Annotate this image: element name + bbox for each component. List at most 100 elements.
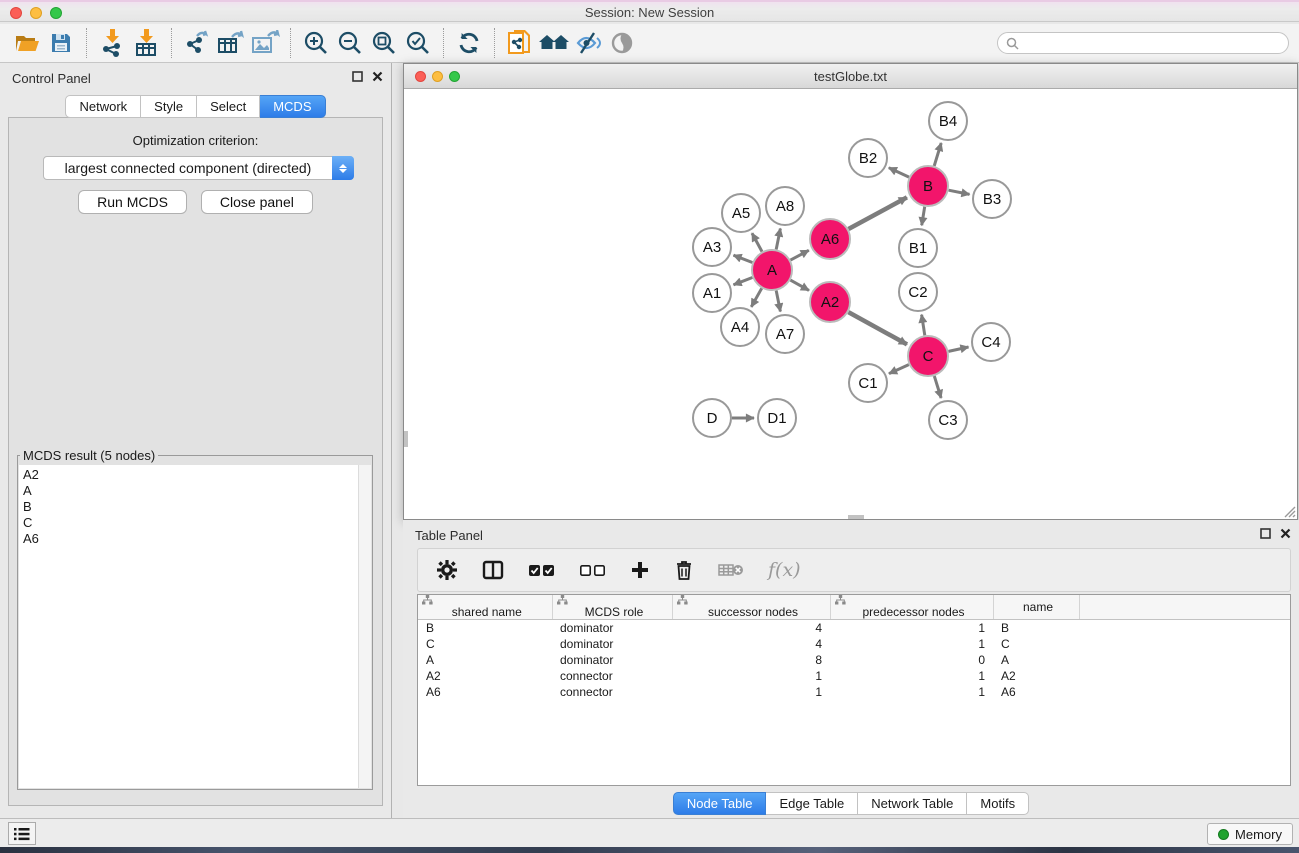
graph-edge[interactable] xyxy=(889,168,909,177)
float-table-panel-icon[interactable] xyxy=(1260,528,1271,539)
network-graph[interactable]: B4B2BB3A5A8A6A3B1AA1C2A2A4A7CC4C1C3DD1 xyxy=(404,89,1297,519)
graph-edge[interactable] xyxy=(949,347,969,351)
result-item[interactable]: A6 xyxy=(23,531,371,547)
result-item[interactable]: C xyxy=(23,515,371,531)
export-table-icon[interactable] xyxy=(214,27,248,59)
graph-edge[interactable] xyxy=(776,229,780,250)
run-mcds-button[interactable]: Run MCDS xyxy=(78,190,187,214)
column-header-successor-nodes[interactable]: successor nodes xyxy=(672,595,830,620)
unselect-all-checkboxes-icon[interactable] xyxy=(579,564,606,577)
select-all-checkboxes-icon[interactable] xyxy=(528,564,555,577)
memory-button[interactable]: Memory xyxy=(1207,823,1293,845)
network-window-titlebar[interactable]: testGlobe.txt xyxy=(404,64,1297,89)
graph-edge[interactable] xyxy=(849,197,907,229)
tab-edge-table[interactable]: Edge Table xyxy=(766,792,858,815)
zoom-out-icon[interactable] xyxy=(333,27,367,59)
tab-motifs[interactable]: Motifs xyxy=(967,792,1029,815)
resize-grip-icon[interactable] xyxy=(1282,504,1296,518)
tab-node-table[interactable]: Node Table xyxy=(673,792,767,815)
export-image-icon[interactable] xyxy=(248,27,282,59)
import-network-icon[interactable] xyxy=(95,27,129,59)
graph-edge[interactable] xyxy=(752,233,762,251)
graph-node-label: A1 xyxy=(703,285,721,302)
export-network-icon[interactable] xyxy=(180,27,214,59)
table-row[interactable]: Cdominator41C xyxy=(418,636,1290,652)
show-hide-details-icon[interactable] xyxy=(571,27,605,59)
graph-edge[interactable] xyxy=(934,376,941,398)
graph-edge[interactable] xyxy=(751,288,761,307)
column-header-mcds-role[interactable]: MCDS role xyxy=(552,595,672,620)
clone-network-icon[interactable] xyxy=(503,27,537,59)
optimization-criterion-select[interactable]: largest connected component (directed) xyxy=(43,156,354,180)
table-row[interactable]: Adominator80A xyxy=(418,652,1290,668)
zoom-selected-icon[interactable] xyxy=(401,27,435,59)
zoom-fit-icon[interactable] xyxy=(367,27,401,59)
add-column-icon[interactable] xyxy=(630,560,650,580)
graph-node-label: C1 xyxy=(858,375,877,392)
delete-table-icon[interactable] xyxy=(718,562,744,578)
network-canvas[interactable]: B4B2BB3A5A8A6A3B1AA1C2A2A4A7CC4C1C3DD1 xyxy=(404,89,1297,519)
refresh-view-icon[interactable] xyxy=(452,27,486,59)
result-item[interactable]: B xyxy=(23,499,371,515)
table-row[interactable]: A6connector11A6 xyxy=(418,684,1290,700)
home-icon[interactable] xyxy=(537,27,571,59)
graph-edge[interactable] xyxy=(922,315,925,336)
node-table[interactable]: shared name MCDS role successor nodes pr… xyxy=(417,594,1291,786)
import-table-icon[interactable] xyxy=(129,27,163,59)
tab-style[interactable]: Style xyxy=(141,95,197,118)
tab-network-table[interactable]: Network Table xyxy=(858,792,967,815)
list-icon xyxy=(14,827,30,841)
search-field[interactable] xyxy=(997,32,1289,54)
open-session-icon[interactable] xyxy=(10,27,44,59)
graph-node-label: B2 xyxy=(859,150,877,167)
column-type-icon xyxy=(835,595,846,605)
application-window: Session: New Session xyxy=(0,0,1299,853)
close-panel-icon[interactable] xyxy=(372,71,383,82)
float-panel-icon[interactable] xyxy=(352,71,363,82)
result-item[interactable]: A xyxy=(23,483,371,499)
function-builder-icon[interactable]: f(x) xyxy=(768,559,801,581)
graph-node-label: C xyxy=(923,348,934,365)
birds-eye-view-icon[interactable] xyxy=(605,27,639,59)
table-row[interactable]: A2connector11A2 xyxy=(418,668,1290,684)
search-input[interactable] xyxy=(1024,36,1280,50)
graph-node-label: A8 xyxy=(776,198,794,215)
table-settings-gear-icon[interactable] xyxy=(436,559,458,581)
table-row[interactable]: Bdominator41B xyxy=(418,620,1290,636)
graph-edge[interactable] xyxy=(922,207,925,226)
graph-node-label: A6 xyxy=(821,231,839,248)
graph-node-label: A5 xyxy=(732,205,750,222)
graph-node-label: D xyxy=(707,410,718,427)
column-header-shared-name[interactable]: shared name xyxy=(418,595,552,620)
mcds-result-title: MCDS result (5 nodes) xyxy=(20,448,158,463)
tab-mcds[interactable]: MCDS xyxy=(260,95,325,118)
column-header-name[interactable]: name xyxy=(993,595,1079,620)
tab-select[interactable]: Select xyxy=(197,95,260,118)
mcds-result-list[interactable]: A2 A B C A6 xyxy=(19,465,371,788)
window-title: Session: New Session xyxy=(0,5,1299,20)
tab-network[interactable]: Network xyxy=(65,95,141,118)
graph-edge[interactable] xyxy=(791,250,809,260)
result-item[interactable]: A2 xyxy=(23,467,371,483)
graph-edge[interactable] xyxy=(790,280,809,290)
result-scrollbar[interactable] xyxy=(358,465,371,788)
toolbar-separator xyxy=(443,28,444,58)
optimization-criterion-value: largest connected component (directed) xyxy=(44,160,332,176)
column-header-predecessor-nodes[interactable]: predecessor nodes xyxy=(830,595,993,620)
graph-edge[interactable] xyxy=(934,143,941,166)
close-table-panel-icon[interactable] xyxy=(1280,528,1291,539)
graph-edge[interactable] xyxy=(776,291,780,312)
zoom-in-icon[interactable] xyxy=(299,27,333,59)
close-panel-button[interactable]: Close panel xyxy=(201,190,313,214)
save-session-icon[interactable] xyxy=(44,27,78,59)
canvas-vertical-scrollmark[interactable] xyxy=(404,431,408,447)
graph-edge[interactable] xyxy=(889,365,909,374)
graph-edge[interactable] xyxy=(734,255,753,262)
graph-edge[interactable] xyxy=(734,278,753,285)
task-history-button[interactable] xyxy=(8,822,36,845)
show-column-icon[interactable] xyxy=(482,560,504,580)
delete-column-trash-icon[interactable] xyxy=(674,559,694,581)
graph-edge[interactable] xyxy=(848,312,907,344)
canvas-horizontal-scrollmark[interactable] xyxy=(848,515,864,519)
graph-edge[interactable] xyxy=(949,190,970,194)
